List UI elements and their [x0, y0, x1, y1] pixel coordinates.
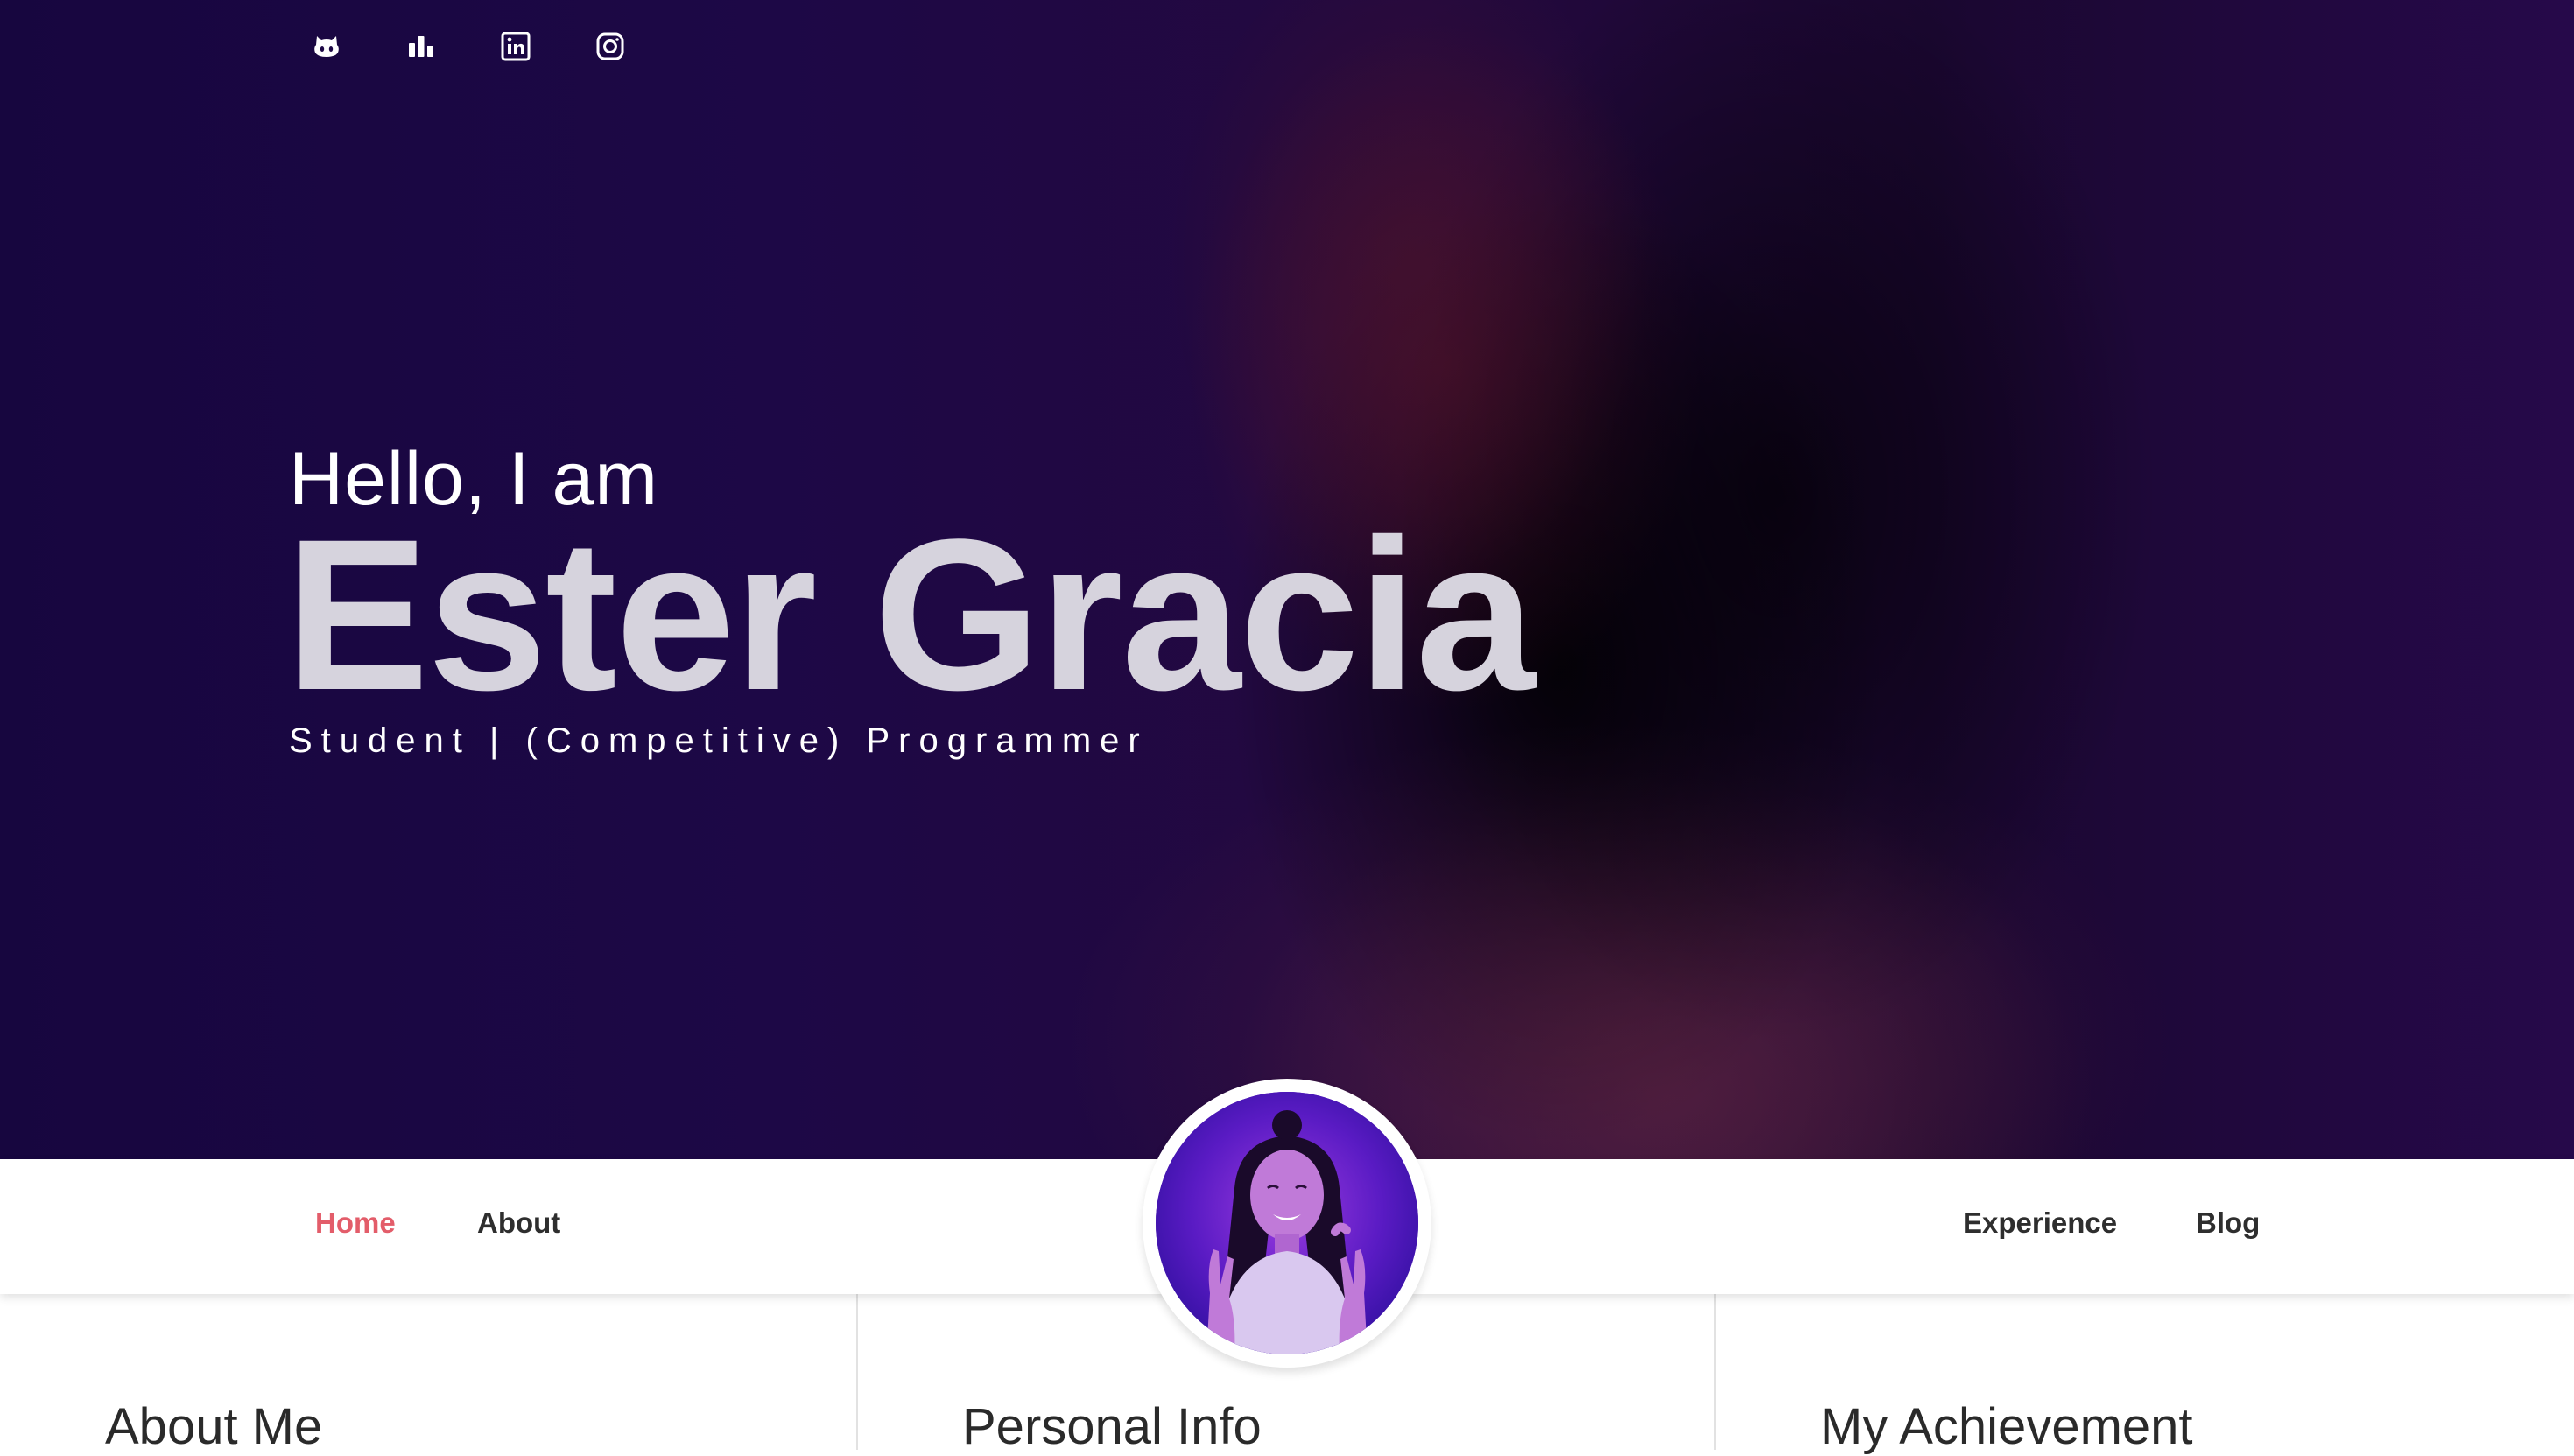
linkedin-link[interactable]: [499, 32, 532, 65]
github-link[interactable]: [310, 32, 343, 65]
section-title-about-me: About Me: [105, 1398, 323, 1455]
stats-icon: [405, 31, 437, 67]
instagram-icon: [594, 31, 626, 67]
column-divider: [1714, 1294, 1716, 1450]
instagram-link[interactable]: [594, 32, 627, 65]
stats-link[interactable]: [404, 32, 438, 65]
hero-name: Ester Gracia: [285, 495, 1536, 735]
hero-banner: Hello, I am Ester Gracia Student | (Comp…: [0, 0, 2574, 1159]
avatar: [1156, 1092, 1418, 1354]
github-icon: [311, 31, 342, 67]
nav-blog[interactable]: Blog: [2196, 1206, 2260, 1240]
section-title-my-achievement: My Achievement: [1820, 1398, 2193, 1455]
nav-experience[interactable]: Experience: [1963, 1206, 2117, 1240]
nav-home[interactable]: Home: [315, 1206, 396, 1240]
profile-avatar-frame: [1143, 1079, 1431, 1368]
social-links: [310, 32, 627, 65]
linkedin-icon: [500, 31, 531, 67]
section-title-personal-info: Personal Info: [962, 1398, 1262, 1455]
column-divider: [856, 1294, 858, 1450]
hero-tagline: Student | (Competitive) Programmer: [289, 721, 1149, 760]
nav-about[interactable]: About: [477, 1206, 560, 1240]
